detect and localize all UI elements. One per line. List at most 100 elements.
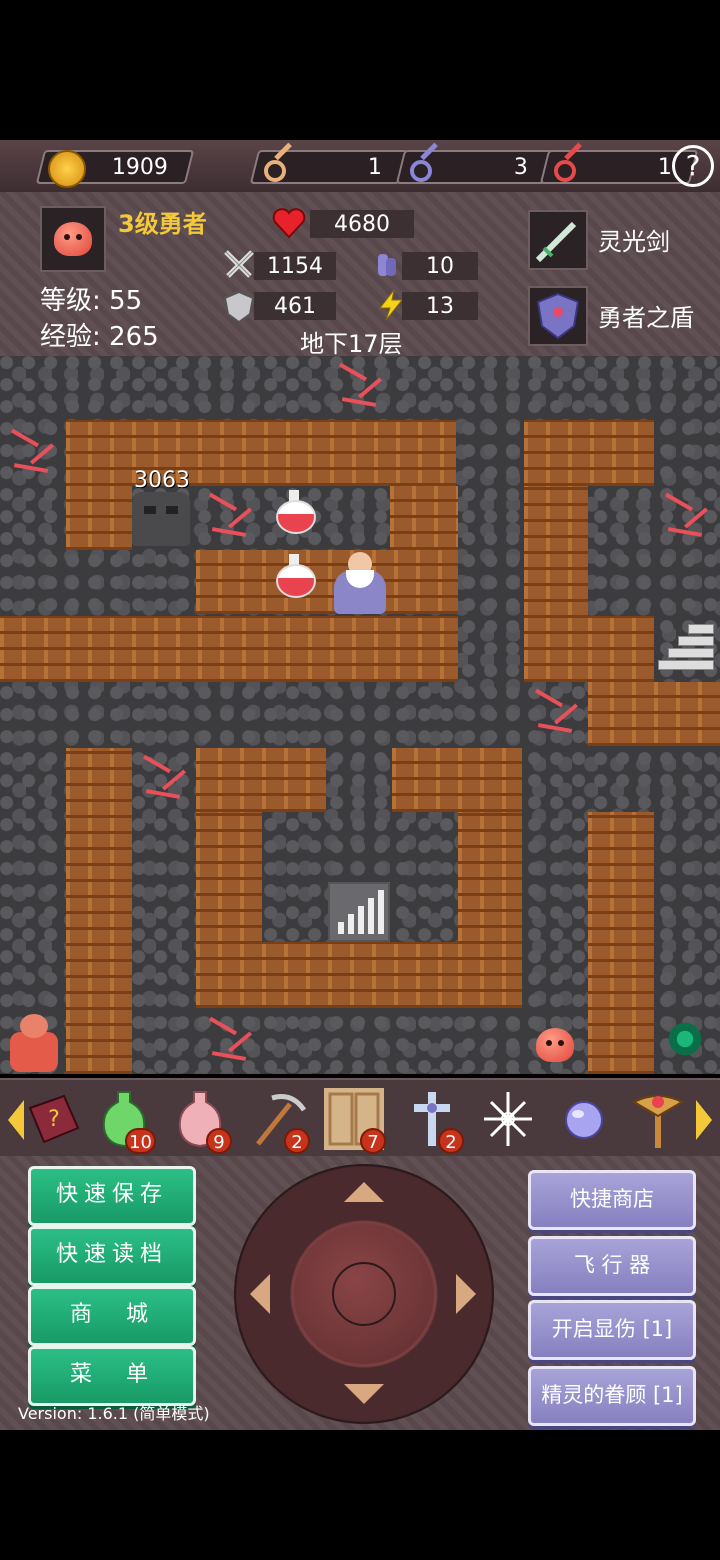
magic-def-box: 10 bbox=[402, 252, 478, 280]
help-button[interactable]: ? bbox=[672, 145, 714, 187]
wall bbox=[196, 748, 326, 812]
lava-tile bbox=[136, 748, 196, 808]
left-arrow-icon[interactable] bbox=[250, 1274, 270, 1314]
exp-row: 经验: 265 bbox=[40, 316, 159, 353]
door-icon[interactable]: 7 bbox=[324, 1088, 386, 1154]
version-label: Version: 1.6.1 (简单模式) bbox=[18, 1404, 210, 1423]
weapon-slot bbox=[528, 210, 588, 270]
lava-tile bbox=[528, 682, 588, 742]
weapon-name: 灵光剑 bbox=[598, 228, 670, 256]
hero-portrait bbox=[40, 206, 106, 272]
quick-save-button[interactable]: 快速保存 bbox=[28, 1166, 196, 1226]
stone-golem-enemy-icon[interactable] bbox=[132, 492, 190, 546]
cross-icon[interactable]: 2 bbox=[402, 1088, 464, 1154]
fairy-favor-button[interactable]: 精灵的眷顾 [1] bbox=[528, 1366, 696, 1426]
monster-book-icon[interactable]: ? bbox=[24, 1088, 84, 1150]
armor-slot bbox=[528, 286, 588, 346]
pickaxe-icon[interactable]: 2 bbox=[248, 1088, 310, 1154]
red-potion-icon[interactable] bbox=[276, 490, 316, 534]
cross-count: 2 bbox=[438, 1128, 464, 1154]
pickaxe-count: 2 bbox=[284, 1128, 310, 1154]
menu-button[interactable]: 菜 单 bbox=[28, 1346, 196, 1406]
wall bbox=[390, 486, 458, 550]
sword-icon bbox=[535, 221, 577, 263]
hp-value: 4680 bbox=[334, 212, 390, 237]
attack-box: 1154 bbox=[254, 252, 336, 280]
wall bbox=[588, 616, 654, 682]
heart-icon bbox=[272, 206, 306, 240]
pink-vase-icon[interactable]: 9 bbox=[170, 1088, 232, 1154]
wall bbox=[458, 812, 522, 1008]
scroll-right-arrow-icon[interactable] bbox=[696, 1100, 712, 1140]
wall bbox=[524, 486, 588, 682]
wall bbox=[588, 682, 720, 746]
gold-coin-icon bbox=[48, 150, 86, 188]
exp-value: 265 bbox=[109, 322, 159, 352]
shield-icon bbox=[222, 290, 256, 324]
armor-shield-icon bbox=[536, 292, 580, 340]
pink-vase-count: 9 bbox=[206, 1128, 232, 1154]
wall bbox=[66, 420, 456, 486]
red-key-value: 1 bbox=[657, 155, 672, 180]
level-value: 55 bbox=[109, 286, 143, 316]
hero-title: 3级勇者 bbox=[118, 210, 207, 238]
top-resource-bar: 1909 1 3 1 ? bbox=[0, 140, 720, 192]
wall bbox=[524, 420, 654, 486]
svg-text:?: ? bbox=[48, 1107, 60, 1132]
orb-icon[interactable] bbox=[554, 1088, 614, 1150]
defense-box: 461 bbox=[254, 292, 336, 320]
upstairs-icon[interactable] bbox=[658, 620, 716, 676]
attack-value: 1154 bbox=[267, 254, 323, 279]
lava-tile bbox=[202, 486, 262, 546]
lava-tile bbox=[658, 486, 718, 546]
wall bbox=[588, 812, 654, 1074]
lava-tile bbox=[202, 1010, 262, 1070]
level-label: 等级: bbox=[40, 286, 101, 316]
lava-tile bbox=[332, 356, 392, 416]
dpad-center-button[interactable] bbox=[332, 1262, 396, 1326]
slime-avatar-icon bbox=[54, 222, 92, 256]
down-arrow-icon[interactable] bbox=[344, 1384, 384, 1404]
gold-value: 1909 bbox=[111, 155, 168, 180]
gauntlet-icon bbox=[370, 248, 404, 282]
flyer-button[interactable]: 飞 行 器 bbox=[528, 1236, 696, 1296]
floor-label: 地下17层 bbox=[300, 330, 403, 358]
blue-key-value: 3 bbox=[513, 155, 528, 180]
door-count: 7 bbox=[360, 1128, 386, 1154]
direction-pad[interactable] bbox=[234, 1164, 494, 1424]
hp-box: 4680 bbox=[310, 210, 414, 238]
right-arrow-icon[interactable] bbox=[456, 1274, 476, 1314]
staff-icon[interactable] bbox=[628, 1088, 688, 1150]
speed-value: 13 bbox=[426, 294, 454, 319]
green-flower-icon[interactable] bbox=[666, 1020, 704, 1058]
dungeon-map[interactable] bbox=[0, 356, 720, 1074]
yellow-key-icon bbox=[262, 142, 294, 184]
shop-button[interactable]: 商 城 bbox=[28, 1286, 196, 1346]
yellow-key-value: 1 bbox=[367, 155, 382, 180]
item-toolbar: ? 10 9 2 7 2 bbox=[0, 1078, 720, 1160]
scroll-left-arrow-icon[interactable] bbox=[8, 1100, 24, 1140]
speed-box: 13 bbox=[402, 292, 478, 320]
dwarf-merchant-npc-icon[interactable] bbox=[6, 1012, 62, 1072]
level-row: 等级: 55 bbox=[40, 280, 142, 317]
wall bbox=[392, 748, 522, 812]
downstairs-icon[interactable] bbox=[328, 882, 390, 942]
quick-load-button[interactable]: 快速读档 bbox=[28, 1226, 196, 1286]
crossed-swords-icon bbox=[222, 248, 256, 282]
quick-shop-button[interactable]: 快捷商店 bbox=[528, 1170, 696, 1230]
up-arrow-icon[interactable] bbox=[344, 1182, 384, 1202]
lava-tile bbox=[4, 422, 64, 482]
blue-key-icon bbox=[408, 142, 440, 184]
armor-name: 勇者之盾 bbox=[598, 304, 694, 332]
control-panel: 快速保存 快速读档 商 城 菜 单 Version: 1.6.1 (简单模式) … bbox=[0, 1156, 720, 1430]
hero-stats-panel: 3级勇者 等级: 55 经验: 265 4680 1154 10 461 13 … bbox=[0, 192, 720, 358]
hero-slime-icon bbox=[530, 1022, 582, 1066]
exp-label: 经验: bbox=[40, 322, 101, 352]
snowflake-icon[interactable] bbox=[478, 1088, 538, 1150]
old-sage-npc-icon[interactable] bbox=[330, 548, 390, 614]
wall bbox=[196, 550, 458, 614]
magic-def-value: 10 bbox=[426, 254, 454, 279]
red-potion-icon[interactable] bbox=[276, 554, 316, 598]
show-damage-button[interactable]: 开启显伤 [1] bbox=[528, 1300, 696, 1360]
green-vase-icon[interactable]: 10 bbox=[94, 1088, 156, 1154]
